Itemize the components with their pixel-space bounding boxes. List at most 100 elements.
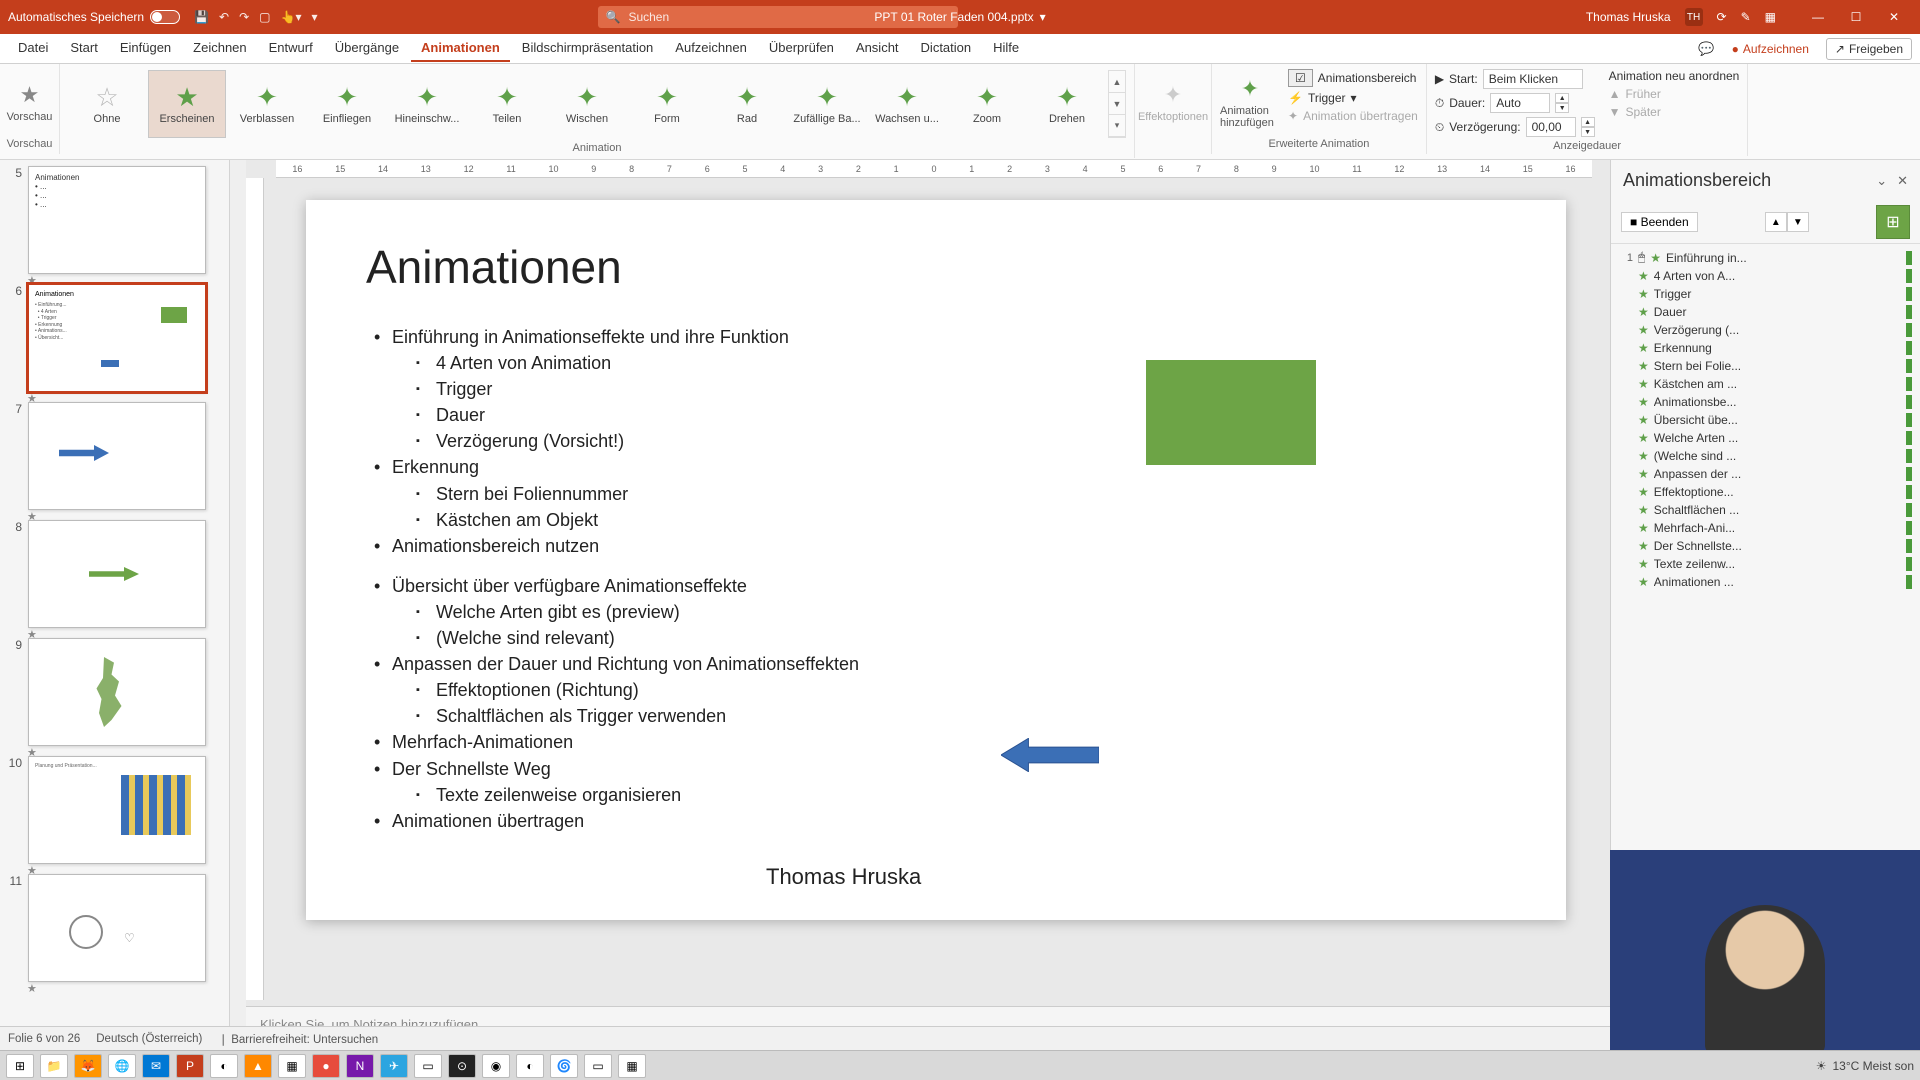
app-icon[interactable]: ◐ <box>516 1054 544 1078</box>
anim-zufaellige[interactable]: ✦Zufällige Ba... <box>788 70 866 138</box>
anim-wachsen[interactable]: ✦Wachsen u... <box>868 70 946 138</box>
anim-list-item[interactable]: ★Verzögerung (... <box>1617 321 1914 339</box>
thumbs-scrollbar[interactable] <box>230 160 246 1050</box>
share-button[interactable]: ↗ Freigeben <box>1826 38 1912 60</box>
window-layout-icon[interactable]: ▦ <box>1765 10 1776 24</box>
anim-rad[interactable]: ✦Rad <box>708 70 786 138</box>
anim-list-item[interactable]: ★Übersicht übe... <box>1617 411 1914 429</box>
anim-form[interactable]: ✦Form <box>628 70 706 138</box>
anim-list-item[interactable]: ★Animationen ... <box>1617 573 1914 591</box>
delay-spinner[interactable]: ▲▼ <box>1581 117 1595 137</box>
tab-aufzeichnen[interactable]: Aufzeichnen <box>665 35 757 62</box>
tab-einfuegen[interactable]: Einfügen <box>110 35 181 62</box>
username[interactable]: Thomas Hruska <box>1586 10 1671 24</box>
onenote-icon[interactable]: N <box>346 1054 374 1078</box>
duration-spinner[interactable]: ▲▼ <box>1555 93 1569 113</box>
app-icon[interactable]: ● <box>312 1054 340 1078</box>
duration-field[interactable]: Auto <box>1490 93 1550 113</box>
tab-datei[interactable]: Datei <box>8 35 58 62</box>
tab-entwurf[interactable]: Entwurf <box>259 35 323 62</box>
tab-hilfe[interactable]: Hilfe <box>983 35 1029 62</box>
close-icon[interactable]: ✕ <box>1897 173 1908 189</box>
app-icon[interactable]: ▭ <box>414 1054 442 1078</box>
maximize-button[interactable]: ☐ <box>1838 5 1874 29</box>
start-button[interactable]: ⊞ <box>6 1054 34 1078</box>
gallery-more[interactable]: ▲▼▾ <box>1108 70 1126 138</box>
firefox-icon[interactable]: 🦊 <box>74 1054 102 1078</box>
anim-list-item[interactable]: ★Anpassen der ... <box>1617 465 1914 483</box>
anim-hineinschweben[interactable]: ✦Hineinschw... <box>388 70 466 138</box>
tab-ueberpruefen[interactable]: Überprüfen <box>759 35 844 62</box>
anim-list-item[interactable]: ★Kästchen am ... <box>1617 375 1914 393</box>
app-icon[interactable]: ▦ <box>618 1054 646 1078</box>
green-rectangle-shape[interactable] <box>1146 360 1316 465</box>
obs-icon[interactable]: ⊙ <box>448 1054 476 1078</box>
drawing-icon[interactable]: ✎ <box>1741 10 1751 24</box>
thumb-9[interactable]: 9★ <box>4 638 225 746</box>
anim-list-item[interactable]: ★(Welche sind ... <box>1617 447 1914 465</box>
anim-erscheinen[interactable]: ★Erscheinen <box>148 70 226 138</box>
up-arrow-icon[interactable]: ▲ <box>1109 71 1125 93</box>
anim-list-item[interactable]: ★Effektoptione... <box>1617 483 1914 501</box>
toggle-switch[interactable] <box>150 10 180 24</box>
anim-einfliegen[interactable]: ✦Einfliegen <box>308 70 386 138</box>
thumb-11[interactable]: 11♡★ <box>4 874 225 982</box>
tab-uebergaenge[interactable]: Übergänge <box>325 35 409 62</box>
thumb-7[interactable]: 7★ <box>4 402 225 510</box>
save-icon[interactable]: 💾 <box>194 10 209 24</box>
app-icon[interactable]: ◉ <box>482 1054 510 1078</box>
thumb-6[interactable]: 6Animationen• Einführung... • 4 Arten • … <box>4 284 225 392</box>
minimize-button[interactable]: — <box>1800 5 1836 29</box>
anim-ohne[interactable]: ☆Ohne <box>68 70 146 138</box>
tab-start[interactable]: Start <box>60 35 107 62</box>
expand-icon[interactable]: ▾ <box>1109 115 1125 137</box>
anim-list-item[interactable]: ★Mehrfach-Ani... <box>1617 519 1914 537</box>
sync-icon[interactable]: ⟳ <box>1717 10 1727 24</box>
language[interactable]: Deutsch (Österreich) <box>96 1033 202 1045</box>
anim-zoom[interactable]: ✦Zoom <box>948 70 1026 138</box>
autosave-toggle[interactable]: Automatisches Speichern <box>8 10 180 24</box>
move-up-button[interactable]: ▲ <box>1765 212 1787 232</box>
anim-teilen[interactable]: ✦Teilen <box>468 70 546 138</box>
pane-view-icon[interactable]: ⊞ <box>1876 205 1910 239</box>
anim-list-item[interactable]: ★Texte zeilenw... <box>1617 555 1914 573</box>
anim-list-item[interactable]: ★Welche Arten ... <box>1617 429 1914 447</box>
chevron-down-icon[interactable]: ⌄ <box>1876 173 1887 189</box>
redo-icon[interactable]: ↷ <box>239 10 249 24</box>
anim-list-item[interactable]: ★Stern bei Folie... <box>1617 357 1914 375</box>
qat-more-icon[interactable]: ▾ <box>311 10 317 24</box>
anim-list-item[interactable]: ★Dauer <box>1617 303 1914 321</box>
outlook-icon[interactable]: ✉ <box>142 1054 170 1078</box>
preview-button[interactable]: ★Vorschau <box>0 68 60 136</box>
vlc-icon[interactable]: ▲ <box>244 1054 272 1078</box>
record-button[interactable]: ● Aufzeichnen <box>1723 38 1818 60</box>
down-arrow-icon[interactable]: ▼ <box>1109 93 1125 115</box>
thumb-10[interactable]: 10Planung und Präsentation...★ <box>4 756 225 864</box>
anim-list-item[interactable]: ★Trigger <box>1617 285 1914 303</box>
anim-drehen[interactable]: ✦Drehen <box>1028 70 1106 138</box>
accessibility[interactable]: ❘ Barrierefreiheit: Untersuchen <box>218 1032 378 1046</box>
close-button[interactable]: ✕ <box>1876 5 1912 29</box>
author-text[interactable]: Thomas Hruska <box>766 864 921 890</box>
filename[interactable]: PPT 01 Roter Faden 004.pptx ▾ <box>874 10 1045 24</box>
start-select[interactable]: Beim Klicken <box>1483 69 1583 89</box>
anim-list-item[interactable]: ★Erkennung <box>1617 339 1914 357</box>
from-beginning-icon[interactable]: ▢ <box>259 10 270 24</box>
weather-widget[interactable]: ☀13°C Meist son <box>1816 1059 1914 1073</box>
tab-ansicht[interactable]: Ansicht <box>846 35 909 62</box>
anim-list-item[interactable]: ★Animationsbe... <box>1617 393 1914 411</box>
blue-arrow-shape[interactable] <box>1001 738 1099 772</box>
delay-field[interactable]: 00,00 <box>1526 117 1576 137</box>
thumb-8[interactable]: 8★ <box>4 520 225 628</box>
app-icon[interactable]: ▦ <box>278 1054 306 1078</box>
chevron-down-icon[interactable]: ▾ <box>1040 10 1046 24</box>
tab-dictation[interactable]: Dictation <box>911 35 982 62</box>
slide-body[interactable]: Einführung in Animationseffekte und ihre… <box>306 314 1566 844</box>
explorer-icon[interactable]: 📁 <box>40 1054 68 1078</box>
tab-bildschirm[interactable]: Bildschirmpräsentation <box>512 35 664 62</box>
anim-list-item[interactable]: ★4 Arten von A... <box>1617 267 1914 285</box>
stop-button[interactable]: ■ Beenden <box>1621 212 1698 232</box>
slide-title[interactable]: Animationen <box>306 200 1566 314</box>
slide-canvas[interactable]: Animationen Einführung in Animationseffe… <box>306 200 1566 920</box>
powerpoint-icon[interactable]: P <box>176 1054 204 1078</box>
